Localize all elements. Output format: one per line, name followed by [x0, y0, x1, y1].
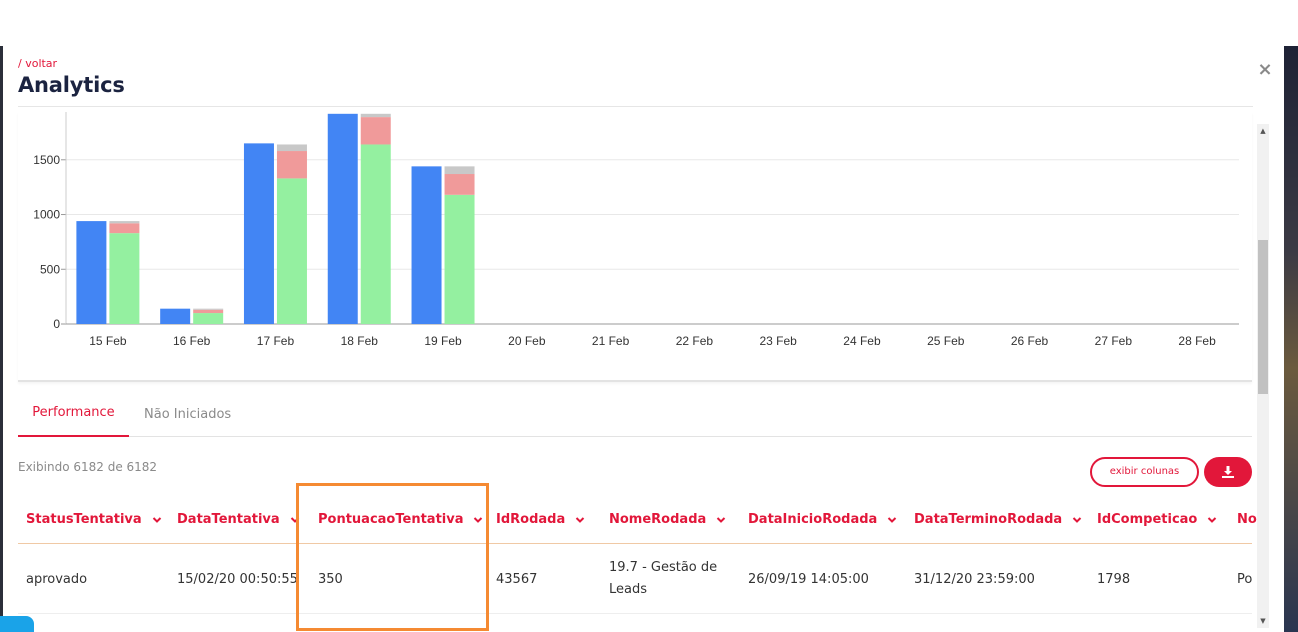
- bar-segment: [109, 221, 140, 224]
- column-header-truncated[interactable]: No: [1237, 504, 1257, 544]
- bar-total: [76, 221, 107, 324]
- x-tick-label: 18 Feb: [341, 334, 379, 348]
- bar-segment: [276, 144, 307, 152]
- table-row[interactable]: aprovado 15/02/20 00:50:55 350 43567 19.…: [18, 544, 1252, 614]
- column-header-id-rodada[interactable]: IdRodada: [496, 504, 585, 544]
- chevron-down-icon[interactable]: [716, 515, 726, 525]
- bar-segment: [193, 313, 224, 324]
- bar-segment: [276, 178, 307, 324]
- bar-segment: [360, 117, 391, 145]
- x-tick-label: 27 Feb: [1095, 334, 1133, 348]
- cell-id-competicao: 1798: [1097, 571, 1131, 587]
- scroll-thumb[interactable]: [1258, 240, 1268, 394]
- cell-data-inicio-rodada: 26/09/19 14:05:00: [748, 571, 869, 587]
- x-tick-label: 23 Feb: [759, 334, 797, 348]
- cell-pontuacao-tentativa: 350: [318, 571, 343, 587]
- column-header-label: DataInicioRodada: [748, 512, 878, 527]
- chart-card: 0 500 1000 1500 15 Feb 16 Feb 17 Feb 18 Feb 19 F…: [18, 112, 1252, 382]
- bar-segment: [109, 233, 140, 324]
- y-tick-label: 0: [53, 317, 60, 331]
- cell-data-tentativa: 15/02/20 00:50:55: [177, 571, 298, 587]
- scroll-up-arrow-icon[interactable]: ▲: [1257, 124, 1269, 138]
- cell-nome-rodada-wrap: 19.7 - Gestão de Leads: [609, 544, 729, 614]
- x-tick-label: 15 Feb: [89, 334, 127, 348]
- chevron-down-icon[interactable]: [1207, 515, 1217, 525]
- table-header: StatusTentativa DataTentativa PontuacaoT…: [18, 504, 1257, 544]
- page-title: Analytics: [18, 73, 125, 97]
- x-tick-label: 17 Feb: [257, 334, 295, 348]
- tab-performance[interactable]: Performance: [18, 391, 129, 437]
- bar-segment: [360, 144, 391, 324]
- bar-segment: [444, 166, 475, 175]
- y-tick-label: 1000: [33, 208, 60, 222]
- bar-segment: [444, 194, 475, 324]
- download-icon: [1222, 466, 1234, 478]
- chevron-down-icon[interactable]: [290, 515, 300, 525]
- chevron-down-icon[interactable]: [575, 515, 585, 525]
- bar-total: [160, 308, 191, 324]
- bar-total: [411, 166, 442, 324]
- chat-widget-button[interactable]: [0, 616, 34, 632]
- bar-segment: [109, 223, 140, 234]
- tab-nao-iniciados[interactable]: Não Iniciados: [144, 391, 231, 437]
- chevron-down-icon[interactable]: [887, 515, 897, 525]
- close-icon[interactable]: ×: [1255, 60, 1275, 80]
- column-header-label: DataTerminoRodada: [914, 512, 1063, 527]
- column-header-label: IdCompeticao: [1097, 512, 1198, 527]
- chevron-down-icon[interactable]: [1072, 515, 1082, 525]
- back-link[interactable]: / voltar: [18, 57, 57, 70]
- header-divider: [18, 106, 1253, 107]
- x-tick-label: 25 Feb: [927, 334, 965, 348]
- column-header-label: StatusTentativa: [26, 512, 142, 527]
- bar-segment: [193, 308, 224, 310]
- column-header-label: PontuacaoTentativa: [318, 512, 464, 527]
- x-tick-label: 22 Feb: [676, 334, 714, 348]
- show-columns-button[interactable]: exibir colunas: [1090, 457, 1199, 487]
- x-tick-label: 16 Feb: [173, 334, 211, 348]
- cell-nome-rodada: 19.7 - Gestão de Leads: [609, 560, 718, 597]
- bar-total: [327, 113, 358, 325]
- column-header-status-tentativa[interactable]: StatusTentativa: [26, 504, 162, 544]
- scroll-down-arrow-icon[interactable]: ▼: [1257, 614, 1269, 628]
- result-count: Exibindo 6182 de 6182: [18, 460, 158, 474]
- x-tick-label: 21 Feb: [592, 334, 630, 348]
- bar-segment: [193, 309, 224, 314]
- bar-segment: [444, 174, 475, 195]
- column-header-nome-rodada[interactable]: NomeRodada: [609, 504, 726, 544]
- column-header-data-inicio-rodada[interactable]: DataInicioRodada: [748, 504, 897, 544]
- column-header-data-tentativa[interactable]: DataTentativa: [177, 504, 300, 544]
- column-header-id-competicao[interactable]: IdCompeticao: [1097, 504, 1217, 544]
- x-tick-label: 26 Feb: [1011, 334, 1049, 348]
- column-header-label: DataTentativa: [177, 512, 280, 527]
- bar-segment: [360, 113, 391, 118]
- chevron-down-icon[interactable]: [152, 515, 162, 525]
- download-button[interactable]: [1204, 457, 1252, 487]
- cell-status-tentativa: aprovado: [26, 571, 88, 587]
- y-tick-label: 1500: [33, 153, 60, 167]
- bar-chart: 0 500 1000 1500 15 Feb 16 Feb 17 Feb 18 Feb 19 F…: [33, 112, 1239, 348]
- cell-data-termino-rodada: 31/12/20 23:59:00: [914, 571, 1035, 587]
- vertical-scrollbar[interactable]: ▲ ▼: [1257, 124, 1269, 628]
- y-tick-label: 500: [40, 262, 60, 276]
- column-header-label: IdRodada: [496, 512, 566, 527]
- cell-truncated: Po: [1237, 571, 1253, 587]
- background-edge-right: [1284, 46, 1298, 632]
- x-tick-label: 28 Feb: [1178, 334, 1216, 348]
- bar-segment: [276, 151, 307, 179]
- x-tick-label: 20 Feb: [508, 334, 546, 348]
- bar-total: [243, 143, 274, 324]
- chevron-down-icon[interactable]: [473, 515, 483, 525]
- cell-id-rodada: 43567: [496, 571, 538, 587]
- column-header-pontuacao-tentativa[interactable]: PontuacaoTentativa: [318, 504, 483, 544]
- x-tick-label: 19 Feb: [424, 334, 462, 348]
- x-tick-label: 24 Feb: [843, 334, 881, 348]
- column-header-label: NomeRodada: [609, 512, 707, 527]
- column-header-data-termino-rodada[interactable]: DataTerminoRodada: [914, 504, 1082, 544]
- tab-bar: Performance Não Iniciados: [18, 391, 1252, 437]
- analytics-modal: / voltar Analytics × 0 500 1000 1500 15 Feb 1…: [3, 46, 1284, 632]
